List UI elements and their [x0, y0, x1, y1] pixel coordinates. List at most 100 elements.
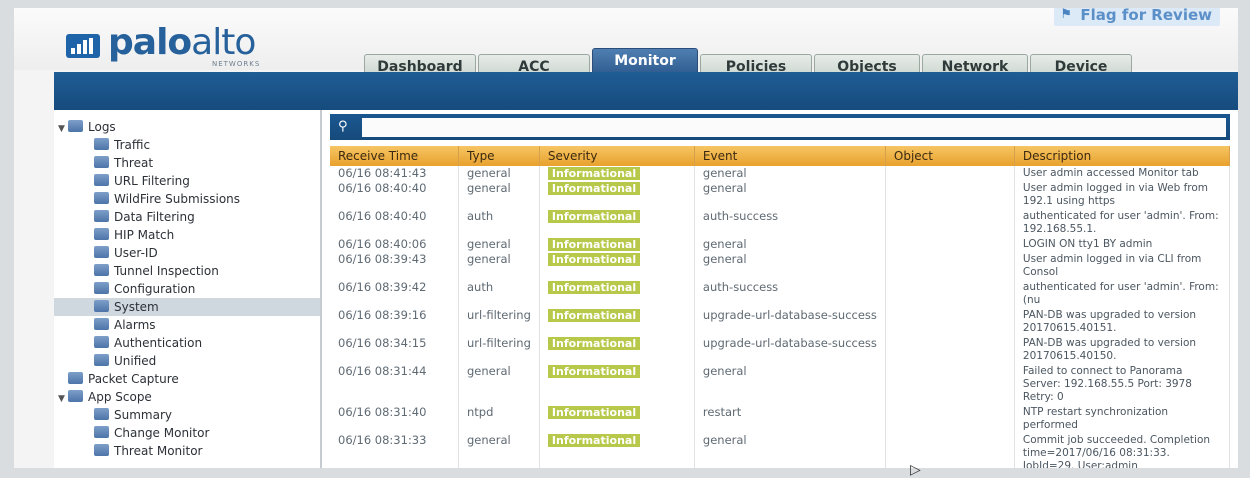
cell-type: general [458, 364, 540, 405]
cell-description: PAN-DB was upgraded to version 20170615.… [1014, 336, 1231, 364]
cell-receive-time: 06/16 08:39:42 [330, 280, 459, 308]
table-row[interactable]: 06/16 08:40:40 general Informational gen… [330, 181, 1231, 209]
mouse-cursor-icon: ▷ [910, 462, 921, 478]
cell-object [885, 405, 1015, 433]
sidebar-item-data-filtering[interactable]: Data Filtering [94, 208, 195, 226]
cell-event: general [694, 181, 886, 209]
log-filter-input[interactable] [362, 118, 1226, 137]
logo-mark-icon [66, 34, 100, 58]
table-row[interactable]: 06/16 08:31:40 ntpd Informational restar… [330, 405, 1231, 433]
cell-description: User admin accessed Monitor tab [1014, 166, 1231, 181]
sidebar-item-user-id[interactable]: User-ID [94, 244, 158, 262]
cell-type: ntpd [458, 405, 540, 433]
system-icon [94, 300, 109, 312]
severity-badge: Informational [547, 434, 641, 447]
expand-caret-icon[interactable]: ▼ [58, 390, 68, 408]
cell-event: general [694, 166, 886, 181]
severity-badge: Informational [547, 309, 641, 322]
cell-description: LOGIN ON tty1 BY admin [1014, 237, 1231, 252]
sidebar-item-hip-match[interactable]: HIP Match [94, 226, 174, 244]
table-row[interactable]: 06/16 08:34:15 url-filtering Information… [330, 336, 1231, 364]
system-log-panel: ⚲ Receive Time Type Severity Event Objec… [322, 110, 1238, 468]
sidebar-item-summary[interactable]: Summary [94, 406, 172, 424]
table-row[interactable]: 06/16 08:31:44 general Informational gen… [330, 364, 1231, 405]
table-header-row: Receive Time Type Severity Event Object … [330, 146, 1231, 166]
cell-receive-time: 06/16 08:39:43 [330, 252, 459, 280]
column-description[interactable]: Description [1014, 146, 1231, 166]
cell-description: User admin logged in via Web from 192.1 … [1014, 181, 1231, 209]
column-severity[interactable]: Severity [539, 146, 695, 166]
logs-folder-icon [68, 120, 83, 132]
cell-type: general [458, 252, 540, 280]
cell-object [885, 336, 1015, 364]
cell-type: general [458, 181, 540, 209]
sidebar-item-alarms[interactable]: Alarms [94, 316, 156, 334]
cell-type: url-filtering [458, 336, 540, 364]
tunnel-icon [94, 264, 109, 276]
cell-receive-time: 06/16 08:39:16 [330, 308, 459, 336]
cell-event: upgrade-url-database-success [694, 336, 886, 364]
table-row[interactable]: 06/16 08:40:06 general Informational gen… [330, 237, 1231, 252]
column-object[interactable]: Object [885, 146, 1015, 166]
sidebar-item-wildfire-submissions[interactable]: WildFire Submissions [94, 190, 240, 208]
cell-severity: Informational [539, 405, 695, 433]
app-scope-folder-icon [68, 390, 83, 402]
sidebar-item-unified[interactable]: Unified [94, 352, 156, 370]
data-filtering-icon [94, 210, 109, 222]
cell-severity: Informational [539, 252, 695, 280]
logo-text: paloalto [108, 22, 256, 63]
sidebar-item-app-scope[interactable]: ▼ App Scope [58, 388, 152, 406]
sidebar-item-packet-capture[interactable]: Packet Capture [68, 370, 179, 388]
cell-description: Commit job succeeded. Completion time=20… [1014, 433, 1231, 468]
cell-severity: Informational [539, 308, 695, 336]
wildfire-icon [94, 192, 109, 204]
cell-receive-time: 06/16 08:40:40 [330, 209, 459, 237]
column-type[interactable]: Type [458, 146, 540, 166]
sidebar-item-tunnel-inspection[interactable]: Tunnel Inspection [94, 262, 219, 280]
sidebar-item-traffic[interactable]: Traffic [94, 136, 150, 154]
sidebar-item-system[interactable]: System [54, 298, 320, 316]
cell-severity: Informational [539, 280, 695, 308]
sidebar-item-threat[interactable]: Threat [94, 154, 153, 172]
cell-object [885, 433, 1015, 468]
table-row[interactable]: 06/16 08:39:43 general Informational gen… [330, 252, 1231, 280]
cell-object [885, 166, 1015, 181]
table-row[interactable]: 06/16 08:31:33 general Informational gen… [330, 433, 1231, 468]
cell-description: authenticated for user 'admin'. From: (n… [1014, 280, 1231, 308]
table-row[interactable]: 06/16 08:39:16 url-filtering Information… [330, 308, 1231, 336]
severity-badge: Informational [547, 406, 641, 419]
table-row[interactable]: 06/16 08:39:42 auth Informational auth-s… [330, 280, 1231, 308]
cell-severity: Informational [539, 209, 695, 237]
sidebar-item-logs[interactable]: ▼ Logs [58, 118, 116, 136]
cell-receive-time: 06/16 08:34:15 [330, 336, 459, 364]
column-event[interactable]: Event [694, 146, 886, 166]
cell-object [885, 237, 1015, 252]
expand-caret-icon[interactable]: ▼ [58, 120, 68, 138]
cell-severity: Informational [539, 181, 695, 209]
sidebar-item-configuration[interactable]: Configuration [94, 280, 195, 298]
cell-receive-time: 06/16 08:31:40 [330, 405, 459, 433]
sidebar-item-threat-monitor[interactable]: Threat Monitor [94, 442, 202, 460]
cell-event: restart [694, 405, 886, 433]
sidebar-item-url-filtering[interactable]: URL Filtering [94, 172, 190, 190]
severity-badge: Informational [547, 167, 641, 180]
table-row[interactable]: 06/16 08:40:40 auth Informational auth-s… [330, 209, 1231, 237]
flag-label: Flag for Review [1080, 8, 1212, 24]
cell-type: general [458, 433, 540, 468]
table-row[interactable]: 06/16 08:41:43 general Informational gen… [330, 166, 1231, 181]
sidebar-item-change-monitor[interactable]: Change Monitor [94, 424, 209, 442]
system-log-table: Receive Time Type Severity Event Object … [330, 146, 1231, 468]
search-icon[interactable]: ⚲ [338, 119, 352, 134]
column-receive-time[interactable]: Receive Time [330, 146, 459, 166]
flag-for-review-button[interactable]: ⚑ Flag for Review [1054, 8, 1220, 26]
cell-type: general [458, 166, 540, 181]
cell-type: url-filtering [458, 308, 540, 336]
cell-object [885, 252, 1015, 280]
severity-badge: Informational [547, 337, 641, 350]
cell-event: general [694, 364, 886, 405]
unified-icon [94, 354, 109, 366]
cell-severity: Informational [539, 336, 695, 364]
severity-badge: Informational [547, 253, 641, 266]
sidebar-item-authentication[interactable]: Authentication [94, 334, 202, 352]
cell-object [885, 364, 1015, 405]
